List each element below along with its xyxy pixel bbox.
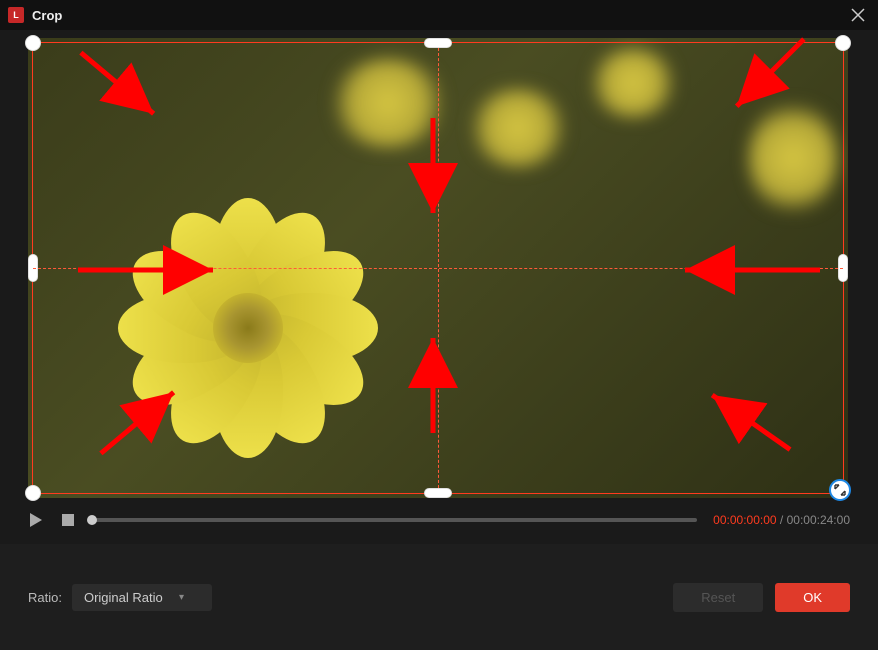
- crop-handle-right[interactable]: [838, 254, 848, 282]
- crop-handle-top[interactable]: [424, 38, 452, 48]
- chevron-down-icon: ▾: [179, 592, 184, 603]
- crop-preview[interactable]: [28, 38, 850, 498]
- seek-slider[interactable]: [92, 518, 697, 522]
- crop-handle-bottom[interactable]: [424, 488, 452, 498]
- foreground-flower: [108, 188, 388, 468]
- close-button[interactable]: [846, 3, 870, 27]
- background-flower: [588, 48, 678, 118]
- crop-handle-top-left[interactable]: [25, 35, 41, 51]
- duration-time: 00:00:24:00: [787, 513, 850, 527]
- footer-right: Reset OK: [673, 583, 850, 612]
- ratio-label: Ratio:: [28, 590, 62, 605]
- background-flower: [328, 58, 448, 148]
- ok-button[interactable]: OK: [775, 583, 850, 612]
- crop-handle-bottom-left[interactable]: [25, 485, 41, 501]
- play-icon: [30, 513, 42, 527]
- current-time: 00:00:00:00: [713, 513, 776, 527]
- ratio-dropdown[interactable]: Original Ratio ▾: [72, 584, 212, 611]
- window-title: Crop: [32, 8, 62, 23]
- footer-left: Ratio: Original Ratio ▾: [28, 584, 212, 611]
- resize-icon: [834, 484, 846, 496]
- playback-controls: 00:00:00:00 / 00:00:24:00: [0, 506, 878, 528]
- reset-button[interactable]: Reset: [673, 583, 763, 612]
- crop-handle-bottom-right[interactable]: [829, 479, 851, 501]
- stop-button[interactable]: [60, 512, 76, 528]
- video-frame: [28, 38, 848, 498]
- close-icon: [851, 8, 865, 22]
- crop-handle-top-right[interactable]: [835, 35, 851, 51]
- app-icon: L: [8, 7, 24, 23]
- stop-icon: [62, 514, 74, 526]
- time-display: 00:00:00:00 / 00:00:24:00: [713, 513, 850, 527]
- time-separator: /: [777, 513, 787, 527]
- background-flower: [468, 88, 568, 168]
- crop-handle-left[interactable]: [28, 254, 38, 282]
- ratio-selected-value: Original Ratio: [84, 590, 163, 605]
- background-flower: [748, 98, 838, 218]
- crop-window: L Crop: [0, 0, 878, 650]
- titlebar: L Crop: [0, 0, 878, 30]
- play-button[interactable]: [28, 512, 44, 528]
- footer-bar: Ratio: Original Ratio ▾ Reset OK: [0, 544, 878, 650]
- seek-knob[interactable]: [87, 515, 97, 525]
- title-left: L Crop: [8, 7, 62, 23]
